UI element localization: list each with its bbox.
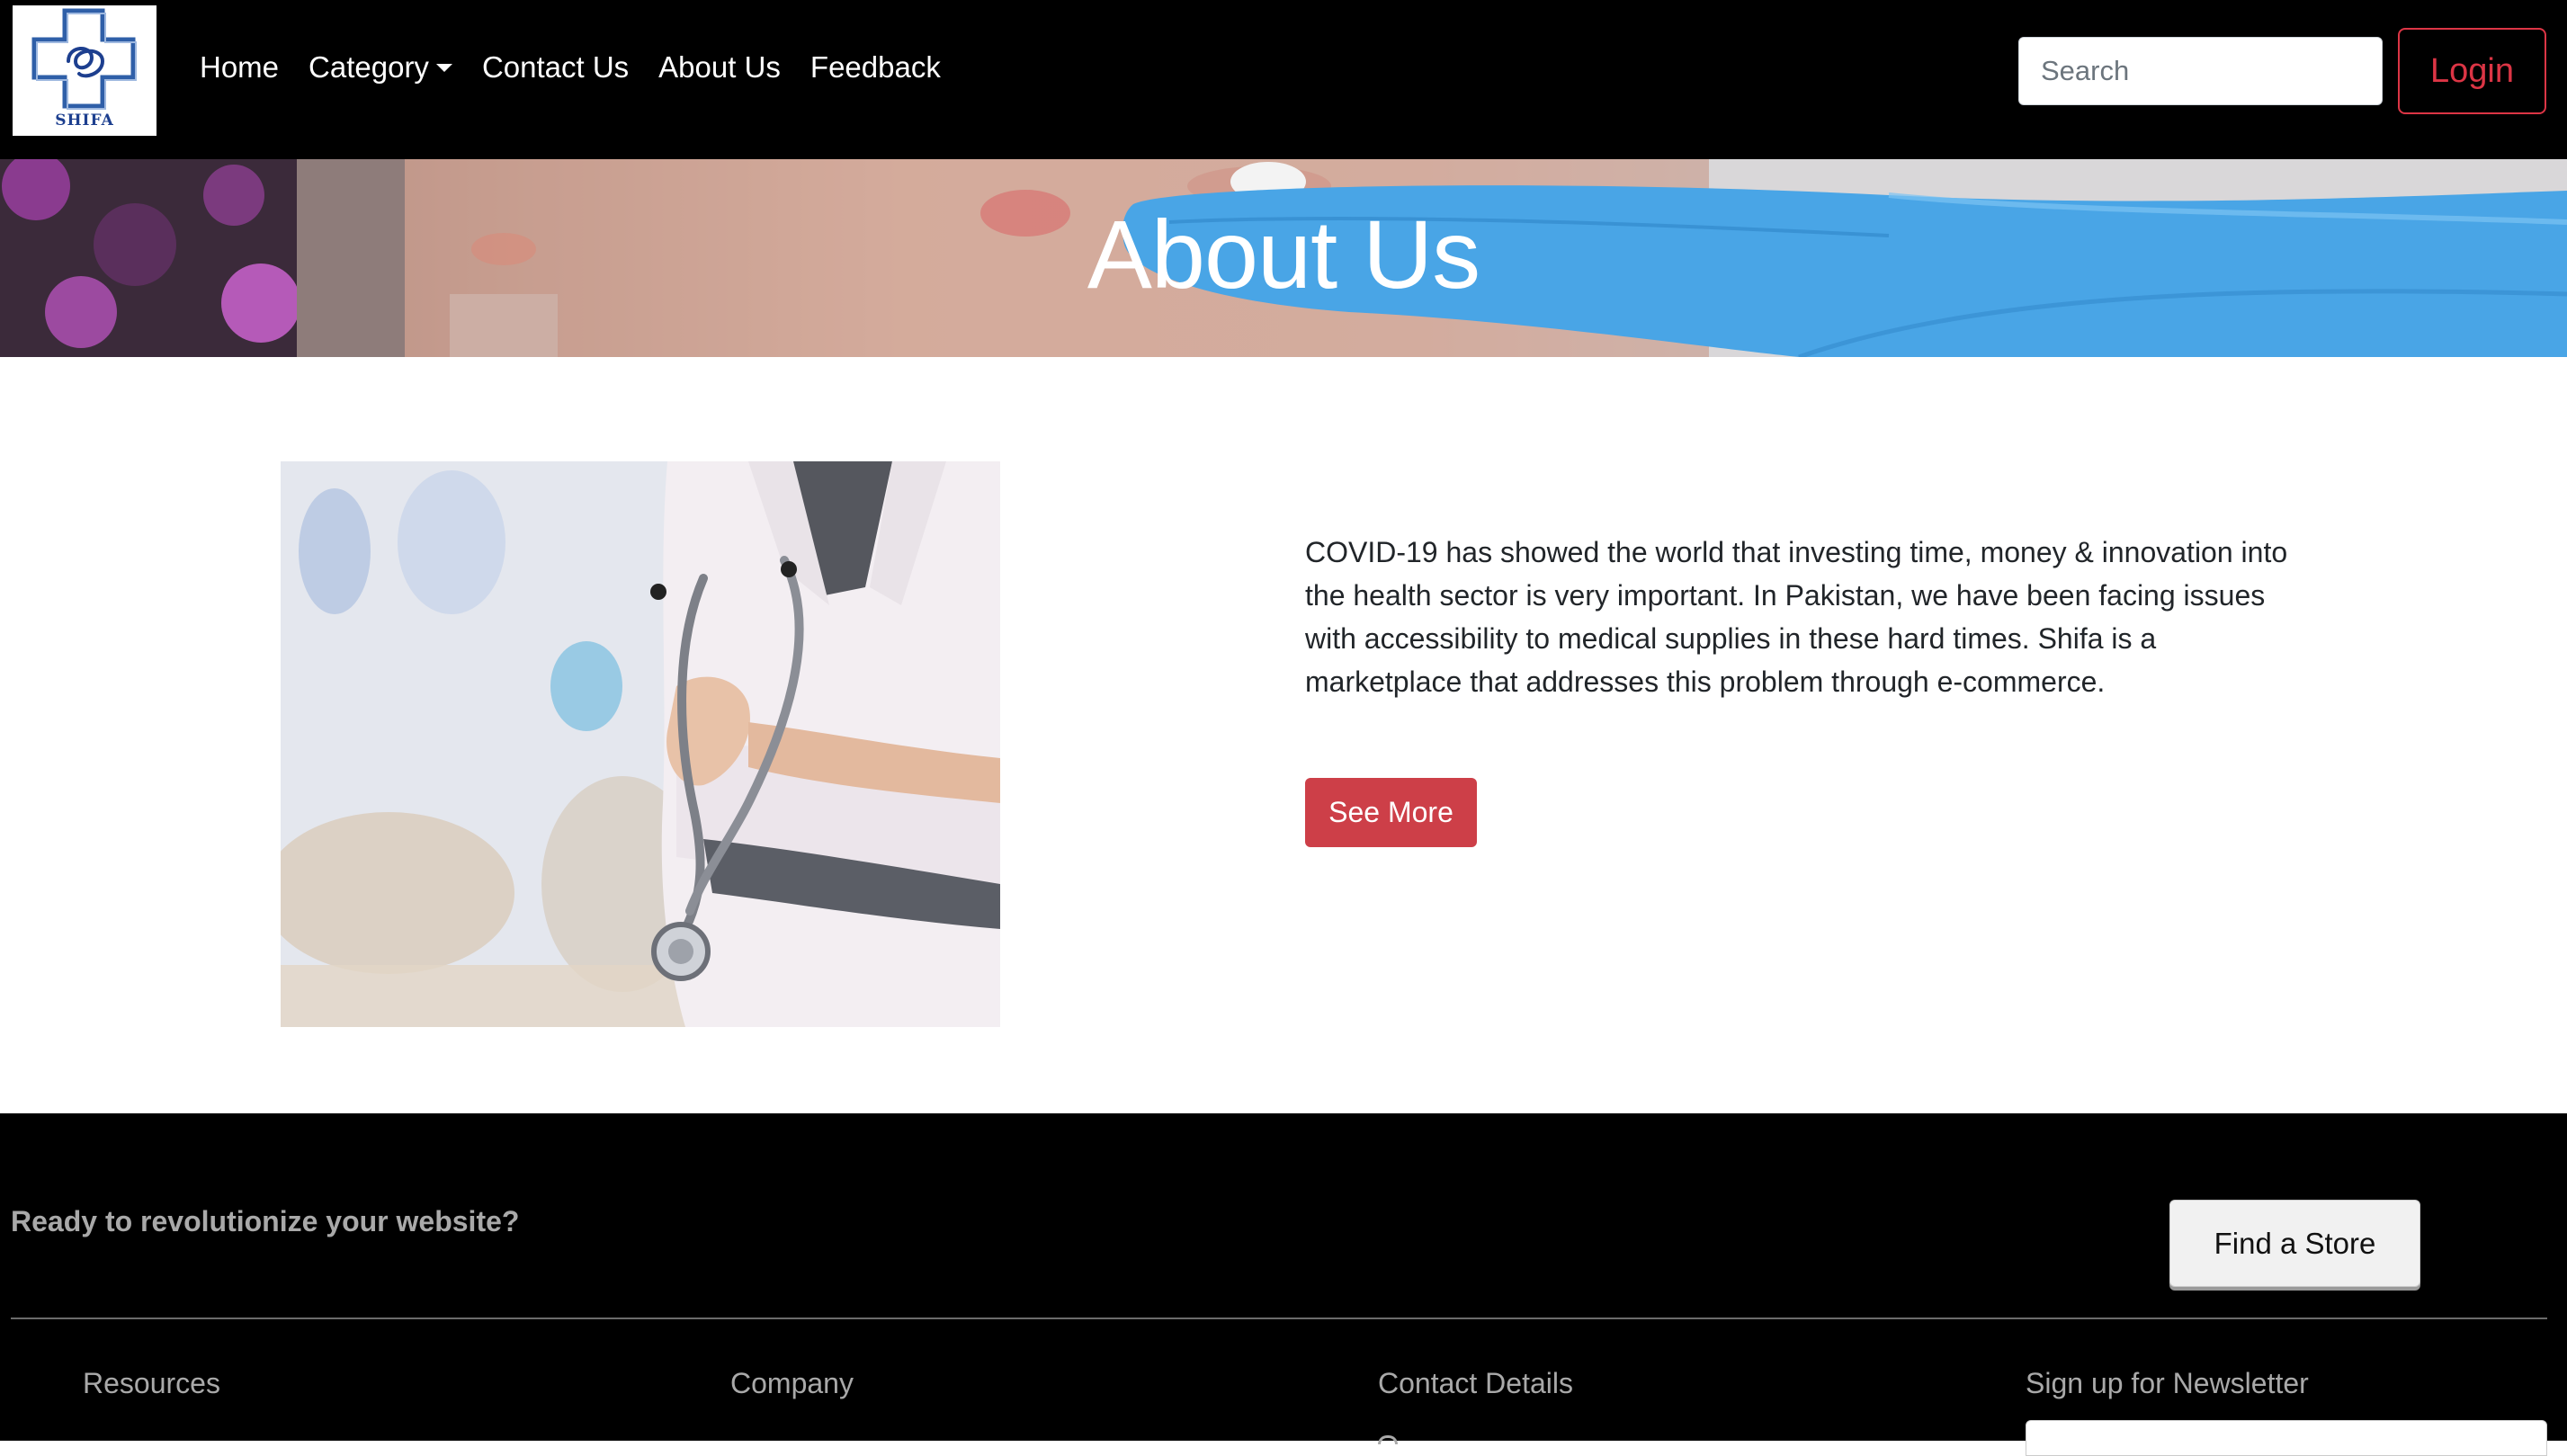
nav-link-home-label: Home <box>200 50 280 84</box>
footer-heading-resources: Resources <box>83 1367 220 1399</box>
caret-down-icon <box>435 63 452 72</box>
navbar: SHIFA Home Category Contact Us About Us … <box>0 0 2567 159</box>
footer-heading-company: Company <box>730 1367 854 1399</box>
footer: Ready to revolutionize your website? Fin… <box>0 1113 2567 1456</box>
hero-banner: About Us <box>0 159 2567 357</box>
medical-cross-icon <box>31 8 137 110</box>
nav-link-about-us-label: About Us <box>658 50 781 84</box>
login-button-label: Login <box>2430 51 2514 90</box>
see-more-button-label: See More <box>1328 796 1453 828</box>
nav-link-about-us[interactable]: About Us <box>658 50 781 85</box>
newsletter-email-input[interactable] <box>2026 1420 2547 1456</box>
footer-cta-text: Ready to revolutionize your website? <box>11 1205 520 1237</box>
nav-link-feedback-label: Feedback <box>809 50 941 84</box>
search-input[interactable] <box>2018 37 2383 105</box>
footer-heading-contact-details: Contact Details <box>1378 1367 1573 1399</box>
about-description: COVID-19 has showed the world that inves… <box>1305 536 2288 698</box>
nav-dropdown-category-label: Category <box>309 50 429 84</box>
find-a-store-button-label: Find a Store <box>2214 1226 2376 1260</box>
doctor-with-stethoscope-image <box>281 461 1000 1027</box>
login-button[interactable]: Login <box>2398 28 2546 114</box>
find-a-store-button[interactable]: Find a Store <box>2169 1200 2420 1287</box>
nav-links: Home Category Contact Us About Us Feedba… <box>200 50 970 85</box>
nav-link-feedback[interactable]: Feedback <box>810 50 941 85</box>
location-icon <box>1378 1435 1398 1444</box>
footer-divider <box>11 1318 2547 1319</box>
logo-text: SHIFA <box>55 112 114 130</box>
nav-link-home[interactable]: Home <box>200 50 279 85</box>
nav-dropdown-category[interactable]: Category <box>309 50 452 85</box>
nav-link-contact-us-label: Contact Us <box>481 50 630 84</box>
footer-heading-newsletter: Sign up for Newsletter <box>2026 1367 2309 1399</box>
see-more-button[interactable]: See More <box>1305 778 1477 847</box>
page-title: About Us <box>1087 200 1480 308</box>
shifa-logo[interactable]: SHIFA <box>13 5 157 136</box>
doctor-image <box>281 461 1000 1027</box>
nav-link-contact-us[interactable]: Contact Us <box>482 50 629 85</box>
